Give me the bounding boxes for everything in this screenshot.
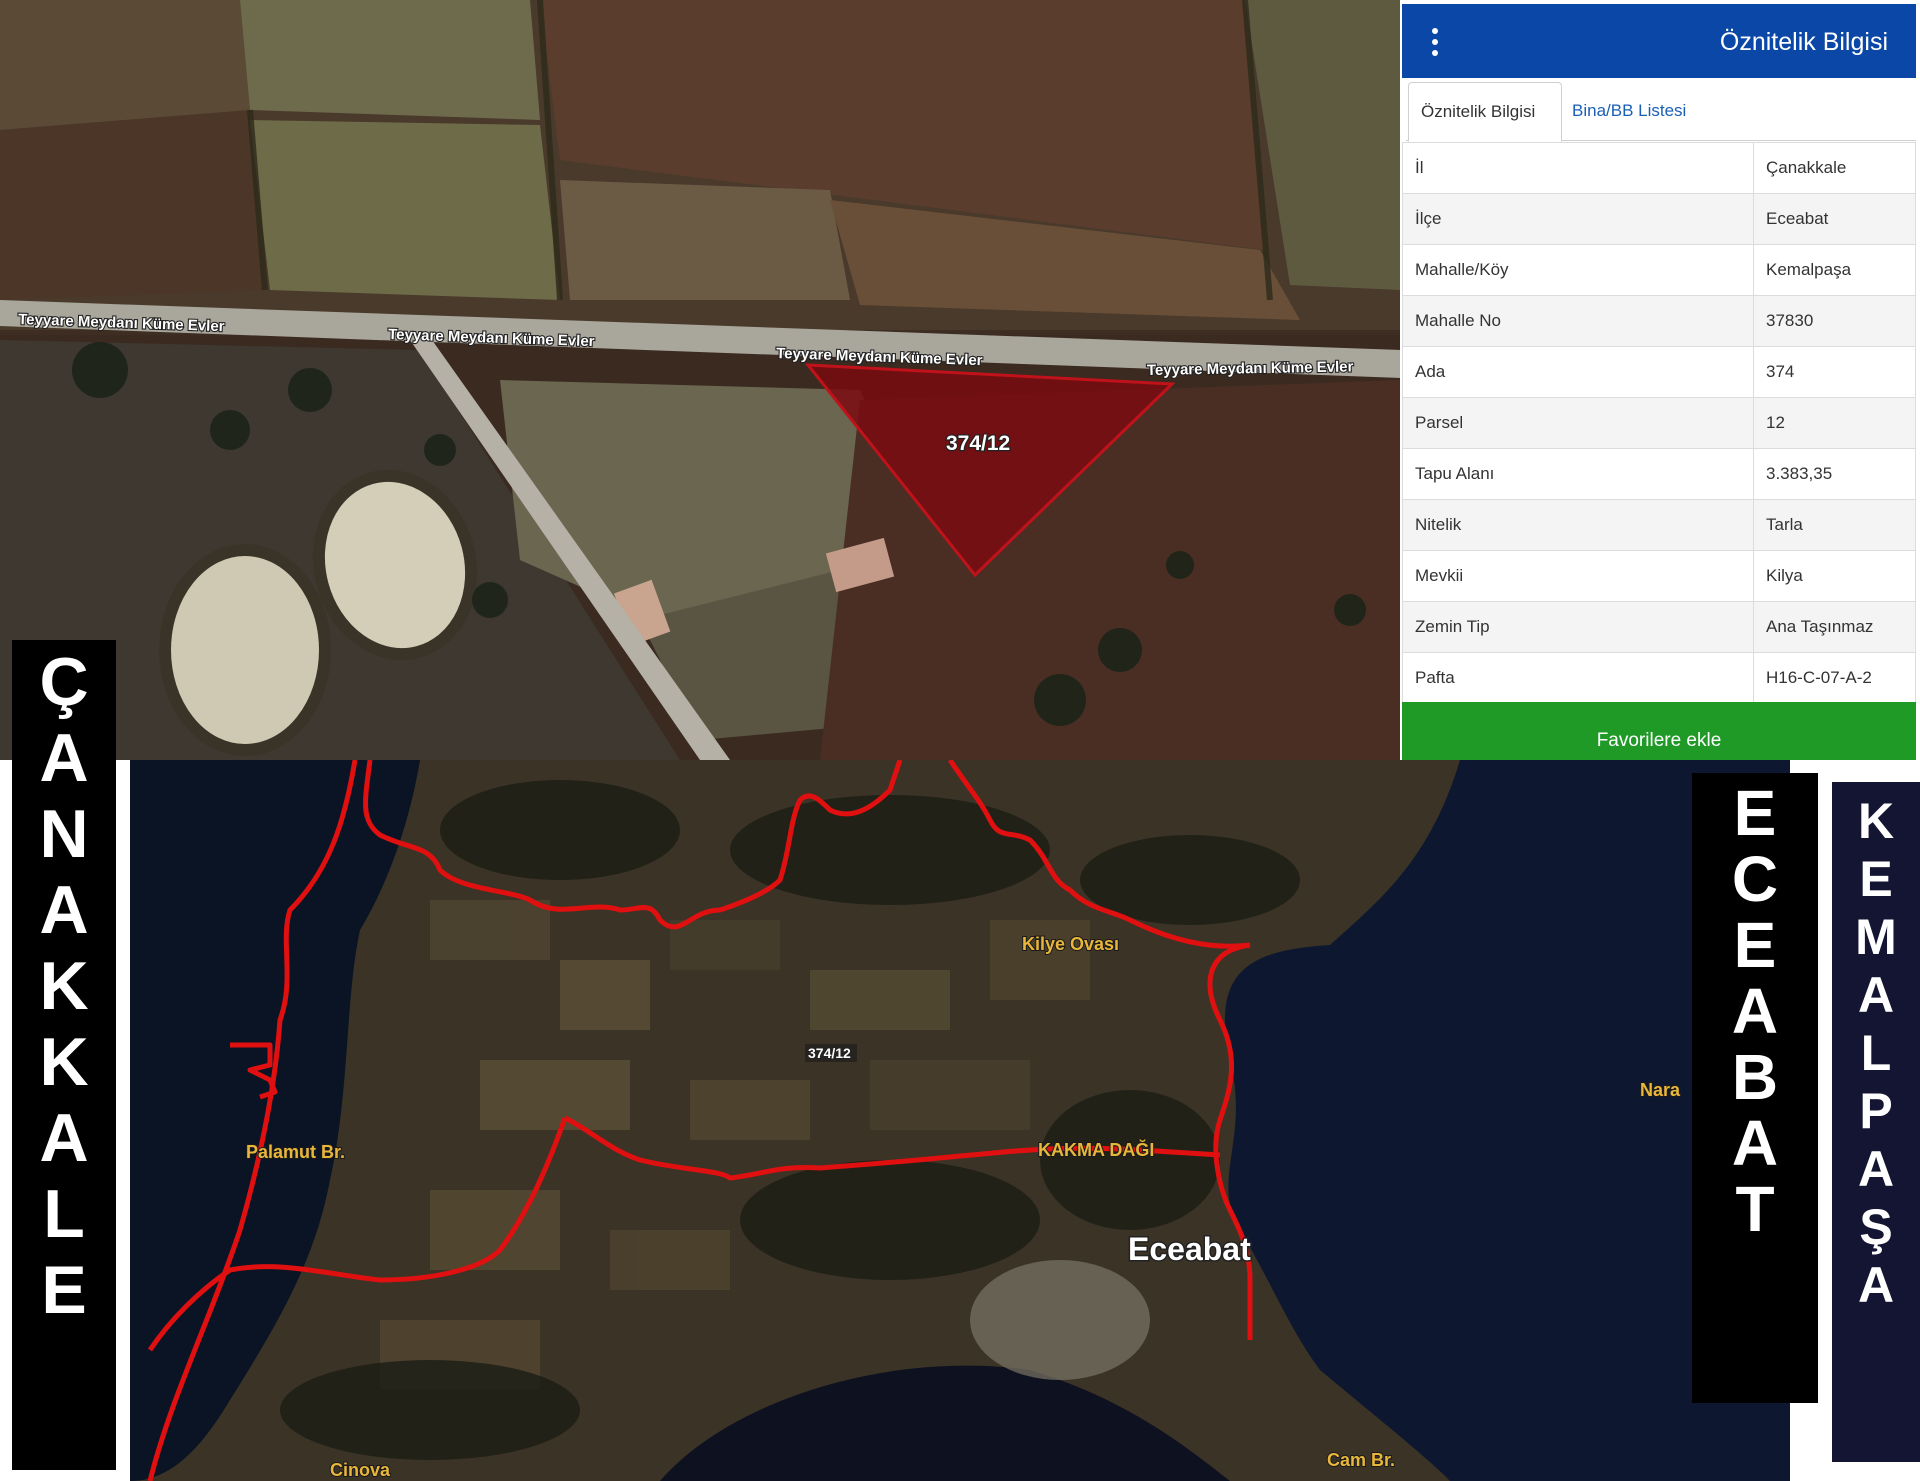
place-label-nara: Nara (1640, 1080, 1681, 1100)
attribute-key: Tapu Alanı (1402, 448, 1754, 500)
parcel-marker-label: 374/12 (808, 1045, 851, 1061)
banner-eceabat: E C E A B A T (1692, 773, 1818, 1403)
panel-tabs: Öznitelik Bilgisi Bina/BB Listesi (1406, 82, 1916, 142)
city-label-eceabat: Eceabat (1128, 1231, 1251, 1267)
attribute-value: Kemalpaşa (1753, 244, 1916, 296)
attribute-key: Mahalle/Köy (1402, 244, 1754, 296)
banner-canakkale-text: Ç A N A K K A L E (39, 644, 89, 1328)
table-row: Ada 374 (1402, 346, 1916, 398)
attribute-value: 3.383,35 (1753, 448, 1916, 500)
place-label-kakma-dagi: KAKMA DAĞI (1038, 1139, 1154, 1160)
place-label-palamut: Palamut Br. (246, 1142, 345, 1162)
place-label-cam: Cam Br. (1327, 1450, 1395, 1470)
parcel-marker[interactable]: 374/12 (805, 1044, 857, 1062)
banner-kemalpasa-text: K E M A L P A Ş A (1855, 793, 1897, 1313)
table-row: Mahalle/Köy Kemalpaşa (1402, 244, 1916, 296)
add-to-favorites-button[interactable]: Favorilere ekle (1402, 702, 1916, 760)
banner-eceabat-text: E C E A B A T (1731, 777, 1779, 1245)
table-row: Pafta H16-C-07-A-2 (1402, 652, 1916, 704)
top-satellite-map[interactable]: Teyyare Meydanı Küme Evler Teyyare Meyda… (0, 0, 1400, 760)
attribute-table: İl Çanakkale İlçe Eceabat Mahalle/Köy Kemal… (1402, 142, 1916, 704)
attribute-key: Mevkii (1402, 550, 1754, 602)
panel-header: Öznitelik Bilgisi (1402, 4, 1916, 78)
top-map-canvas: Teyyare Meydanı Küme Evler Teyyare Meyda… (0, 0, 1400, 760)
attribute-value: H16-C-07-A-2 (1753, 652, 1916, 704)
attribute-value: Ana Taşınmaz (1753, 601, 1916, 653)
tab-building-list[interactable]: Bina/BB Listesi (1560, 82, 1698, 140)
panel-title: Öznitelik Bilgisi (1719, 28, 1888, 56)
vertical-dots-icon[interactable] (1432, 28, 1438, 56)
attribute-value: Tarla (1753, 499, 1916, 551)
attribute-key: Parsel (1402, 397, 1754, 449)
attribute-value: 12 (1753, 397, 1916, 449)
attribute-value: 374 (1753, 346, 1916, 398)
attribute-key: Mahalle No (1402, 295, 1754, 347)
favorites-button-label: Favorilere ekle (1596, 730, 1722, 751)
table-row: İl Çanakkale (1402, 142, 1916, 194)
bottom-map-canvas: Kilye Ovası Palamut Br. KAKMA DAĞI Nara … (130, 760, 1790, 1481)
attribute-key: Nitelik (1402, 499, 1754, 551)
parcel-label: 374/12 (946, 432, 1010, 455)
table-row: Nitelik Tarla (1402, 499, 1916, 551)
table-row: Mahalle No 37830 (1402, 295, 1916, 347)
table-row: Parsel 12 (1402, 397, 1916, 449)
attribute-key: Pafta (1402, 652, 1754, 704)
tab-attribute-info[interactable]: Öznitelik Bilgisi (1408, 82, 1562, 142)
attribute-key: Ada (1402, 346, 1754, 398)
road-label: Teyyare Meydanı Küme Evler (1147, 358, 1354, 379)
table-row: Tapu Alanı 3.383,35 (1402, 448, 1916, 500)
attribute-value: Çanakkale (1753, 142, 1916, 194)
attribute-panel: Öznitelik Bilgisi Öznitelik Bilgisi Bina… (1400, 0, 1920, 760)
attribute-value: Eceabat (1753, 193, 1916, 245)
place-label-cinova: Cinova (330, 1460, 391, 1480)
table-row: Zemin Tip Ana Taşınmaz (1402, 601, 1916, 653)
banner-kemalpasa: K E M A L P A Ş A (1832, 782, 1920, 1462)
bottom-satellite-map[interactable]: Kilye Ovası Palamut Br. KAKMA DAĞI Nara … (130, 760, 1790, 1481)
attribute-key: İlçe (1402, 193, 1754, 245)
table-row: İlçe Eceabat (1402, 193, 1916, 245)
place-label-kilye-ovasi: Kilye Ovası (1022, 934, 1119, 954)
attribute-value: Kilya (1753, 550, 1916, 602)
table-row: Mevkii Kilya (1402, 550, 1916, 602)
banner-canakkale: Ç A N A K K A L E (12, 640, 116, 1470)
attribute-value: 37830 (1753, 295, 1916, 347)
attribute-key: İl (1402, 142, 1754, 194)
attribute-key: Zemin Tip (1402, 601, 1754, 653)
